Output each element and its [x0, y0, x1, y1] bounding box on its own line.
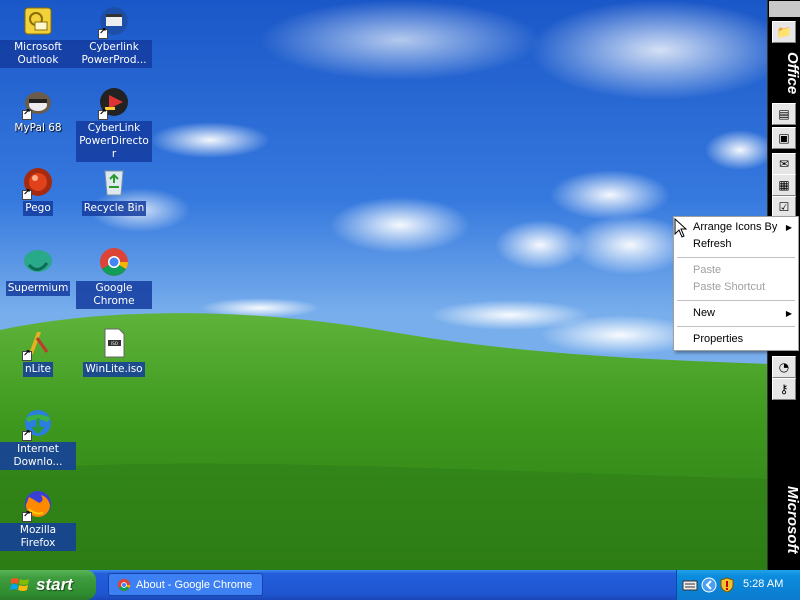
keyboard-icon[interactable] — [682, 577, 698, 593]
office-task-icon[interactable]: ☑ — [772, 196, 796, 218]
desktop-icon-label: Google Chrome — [76, 281, 152, 309]
chrome-icon — [97, 245, 131, 279]
shortcut-overlay-icon — [22, 108, 32, 120]
desktop-icon-label: Recycle Bin — [81, 201, 147, 216]
desktop-icon-nlite[interactable]: nLite — [0, 326, 76, 377]
menu-item-label: New — [693, 307, 716, 319]
desktop-icon-label: MyPal 68 — [14, 122, 62, 134]
menu-item-paste-shortcut[interactable]: Paste Shortcut — [676, 279, 796, 296]
supermium-icon — [21, 245, 55, 279]
mouse-cursor-icon — [674, 218, 688, 238]
shortcut-overlay-icon — [22, 188, 32, 200]
shortcut-overlay-icon — [98, 27, 108, 39]
desktop-icon-internet-download-manager[interactable]: Internet Downlo... — [0, 406, 76, 470]
office-clock-icon[interactable]: ◔ — [772, 356, 796, 378]
menu-item-label: Paste Shortcut — [693, 281, 766, 293]
office-folder-icon[interactable]: 📁 — [772, 21, 796, 43]
nlite-icon — [21, 326, 55, 361]
shortcut-overlay-icon — [98, 108, 108, 120]
recycle-bin-icon — [97, 165, 131, 199]
desktop-icon-label: Cyberlink PowerProd... — [76, 40, 152, 68]
menu-item-new[interactable]: New ▶ — [676, 305, 796, 322]
office-bar-title: Office — [784, 51, 800, 95]
svg-text:ISO: ISO — [111, 341, 118, 346]
start-label: start — [36, 575, 73, 594]
office-key-icon[interactable]: ⚷ — [772, 378, 796, 400]
iso-file-icon: ISO — [97, 326, 131, 360]
clock[interactable]: 5:28 AM — [743, 578, 783, 590]
taskbar: start About - Google Chrome 5:28 AM — [0, 570, 800, 600]
desktop-icon-mozilla-firefox[interactable]: Mozilla Firefox — [0, 487, 76, 551]
office-open-document-icon[interactable]: ▣ — [772, 127, 796, 149]
shortcut-overlay-icon — [22, 429, 32, 441]
menu-separator — [677, 300, 795, 301]
taskbar-button-google-chrome[interactable]: About - Google Chrome — [108, 573, 263, 596]
firefox-icon — [21, 487, 55, 522]
chrome-icon — [117, 578, 131, 591]
submenu-arrow-icon: ▶ — [785, 223, 792, 232]
menu-item-label: Refresh — [693, 238, 732, 250]
desktop-icon-label: Mozilla Firefox — [0, 523, 76, 551]
desktop-context-menu: Arrange Icons By ▶ Refresh Paste Paste S… — [673, 216, 799, 351]
mypal-icon — [21, 85, 55, 120]
desktop-icon-pego[interactable]: Pego — [0, 165, 76, 216]
menu-item-label: Paste — [693, 264, 722, 276]
office-mail-icon[interactable]: ✉ — [772, 153, 796, 175]
menu-item-refresh[interactable]: Refresh — [676, 236, 796, 253]
shortcut-overlay-icon — [22, 510, 32, 522]
internet-download-manager-icon — [21, 406, 55, 441]
desktop-icon-cyberlink-powerproducer[interactable]: Cyberlink PowerProd... — [76, 4, 152, 68]
pego-icon — [21, 165, 55, 200]
system-tray: 5:28 AM — [676, 570, 800, 600]
expand-tray-icon[interactable] — [701, 577, 717, 593]
office-new-document-icon[interactable]: ▤ — [772, 103, 796, 125]
outlook-icon — [21, 4, 55, 38]
windows-logo-icon — [10, 578, 29, 591]
menu-item-paste[interactable]: Paste — [676, 262, 796, 279]
office-calendar-icon[interactable]: ▦ — [772, 174, 796, 196]
taskbar-button-label: About - Google Chrome — [136, 578, 253, 591]
submenu-arrow-icon: ▶ — [785, 309, 792, 318]
cyberlink-producer-icon — [97, 4, 131, 39]
office-bar-brand: Microsoft — [784, 486, 800, 554]
desktop-icon-supermium[interactable]: Supermium — [0, 245, 76, 296]
desktop-icon-google-chrome[interactable]: Google Chrome — [76, 245, 152, 309]
desktop-icon-recycle-bin[interactable]: Recycle Bin — [76, 165, 152, 216]
shortcut-overlay-icon — [22, 349, 32, 361]
desktop-icon-microsoft-outlook[interactable]: Microsoft Outlook — [0, 4, 76, 68]
start-button[interactable]: start — [0, 570, 96, 600]
menu-item-arrange-icons-by[interactable]: Arrange Icons By ▶ — [676, 219, 796, 236]
desktop-icon-winlite-iso[interactable]: ISO WinLite.iso — [76, 326, 152, 377]
desktop-icon-label: CyberLink PowerDirector — [76, 121, 152, 162]
desktop-icon-label: Microsoft Outlook — [0, 40, 76, 68]
menu-item-label: Properties — [693, 333, 744, 345]
desktop-icon-mypal[interactable]: MyPal 68 — [0, 85, 76, 136]
menu-item-properties[interactable]: Properties — [676, 331, 796, 348]
desktop-icon-label: nLite — [23, 362, 53, 377]
desktop-icon-label: Supermium — [5, 281, 71, 296]
security-shield-icon[interactable] — [719, 577, 735, 593]
powerdirector-icon — [97, 85, 131, 120]
office-bar-control-icon[interactable] — [769, 1, 800, 17]
desktop-icon-label: WinLite.iso — [83, 362, 145, 377]
desktop-icon-label: Internet Downlo... — [0, 442, 76, 470]
menu-separator — [677, 257, 795, 258]
menu-item-label: Arrange Icons By — [693, 221, 778, 233]
menu-separator — [677, 326, 795, 327]
desktop-icon-label: Pego — [23, 201, 53, 216]
desktop-icon-cyberlink-powerdirector[interactable]: CyberLink PowerDirector — [76, 85, 152, 162]
